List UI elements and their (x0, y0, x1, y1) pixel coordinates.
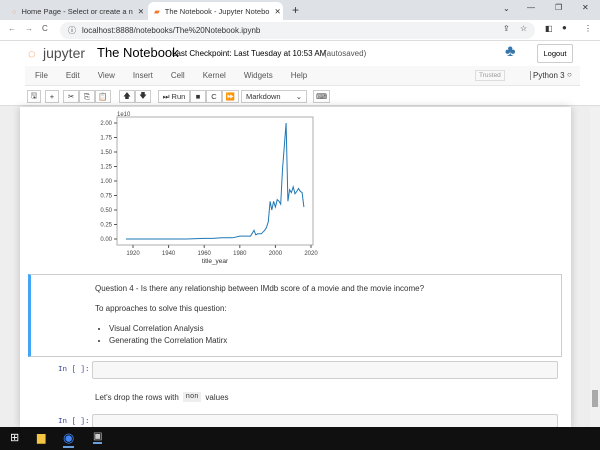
move-down-icon[interactable]: 🡇 (135, 90, 151, 103)
windows-taskbar: ⊞ ▆ ◉ ▣ (0, 427, 600, 450)
menu-kernel[interactable]: Kernel (203, 71, 226, 80)
address-bar-row: ← → C ⓘ localhost:8888/notebooks/The%20No… (0, 20, 600, 41)
trusted-badge[interactable]: Trusted (475, 70, 505, 81)
menu-widgets[interactable]: Widgets (244, 71, 273, 80)
y-tick-label: 1.50 (100, 150, 112, 156)
y-tick-label: 1.25 (100, 165, 112, 171)
list-item: Visual Correlation Analysis (109, 323, 227, 335)
markdown-cell[interactable]: Question 4 - Is there any relationship b… (28, 274, 562, 357)
x-tick-label: 2000 (269, 251, 283, 257)
interrupt-icon[interactable]: ■ (190, 90, 206, 103)
command-palette-icon[interactable]: ⌨ (313, 90, 330, 103)
info-icon: ⓘ (68, 26, 76, 35)
code-cell-input[interactable] (92, 414, 558, 428)
x-tick-label: 1920 (126, 251, 140, 257)
jupyter-logo-icon[interactable]: ◌ (28, 46, 36, 61)
question-text: Question 4 - Is there any relationship b… (95, 284, 425, 293)
tab-the-notebook[interactable]: ▰ The Notebook - Jupyter Notebo ✕ (148, 2, 283, 20)
y-tick-label: 1.75 (100, 136, 112, 142)
offset-label: 1e10 (117, 112, 131, 118)
profile-icon[interactable]: ● (562, 23, 567, 32)
paste-icon[interactable]: 📋 (95, 90, 111, 103)
y-tick-label: 0.50 (100, 208, 112, 214)
approaches-text: To approaches to solve this question: (95, 304, 227, 313)
back-icon[interactable]: ← (8, 24, 16, 33)
notebook-favicon-icon: ▰ (154, 6, 160, 16)
x-tick-label: 1940 (162, 251, 176, 257)
side-panel-icon[interactable]: ◧ (545, 24, 553, 33)
y-tick-label: 0.75 (100, 194, 112, 200)
approach-list: Visual Correlation Analysis Generating t… (109, 323, 227, 347)
bookmark-star-icon[interactable]: ☆ (520, 24, 527, 33)
cell-type-select[interactable]: Markdown ⌄ (241, 90, 307, 103)
menu-bar: File Edit View Insert Cell Kernel Widget… (0, 66, 600, 86)
menu-help[interactable]: Help (291, 71, 307, 80)
chevron-down-icon: ⌄ (295, 92, 302, 101)
notebook-toolbar: 🖫 + ✂ ⎘ 📋 🡅 🡇 ⏭ Run ■ C ⏩ Markdown ⌄ ⌨ (0, 86, 600, 106)
close-tab-icon[interactable]: ✕ (138, 7, 144, 16)
x-tick-label: 2020 (304, 251, 318, 257)
copy-icon[interactable]: ⎘ (79, 90, 95, 103)
close-window-icon[interactable]: ✕ (582, 3, 589, 12)
tab-search-icon[interactable]: ⌄ (503, 4, 510, 13)
share-icon[interactable]: ⇪ (503, 24, 510, 33)
x-tick-label: 1980 (233, 251, 247, 257)
terminal-icon[interactable]: ▣ (93, 431, 103, 444)
browser-menu-icon[interactable]: ⋮ (584, 24, 592, 33)
drop-rows-text: Let's drop the rows with non values (95, 392, 229, 402)
tab-home-page[interactable]: ◌ Home Page - Select or create a n ✕ (6, 2, 146, 20)
new-tab-icon[interactable]: + (292, 3, 299, 17)
restart-icon[interactable]: C (206, 90, 222, 103)
file-explorer-icon[interactable]: ▆ (37, 431, 45, 444)
menu-edit[interactable]: Edit (66, 71, 80, 80)
close-tab-icon[interactable]: ✕ (274, 7, 280, 16)
logout-button[interactable]: Logout (537, 44, 573, 63)
plot-area (116, 116, 314, 246)
menu-insert[interactable]: Insert (133, 71, 153, 80)
page-scrollbar[interactable] (590, 107, 600, 427)
run-button[interactable]: ⏭ Run (158, 90, 190, 103)
menu-file[interactable]: File (35, 71, 48, 80)
browser-tab-bar: ◌ Home Page - Select or create a n ✕ ▰ The … (0, 0, 600, 20)
scrollbar-thumb[interactable] (592, 390, 598, 407)
y-tick-label: 0.00 (100, 237, 112, 243)
y-tick-label: 1.00 (100, 179, 112, 185)
line-chart: 1e10 1920 1940 1960 1980 2000 2020 0.00 0.25 0.5… (100, 112, 318, 265)
chrome-icon[interactable]: ◉ (63, 430, 75, 448)
restore-icon[interactable]: ❐ (555, 3, 562, 12)
autosave-status: (autosaved) (324, 49, 367, 58)
forward-icon[interactable]: → (25, 24, 33, 33)
kernel-idle-icon: ○ (567, 70, 572, 79)
y-tick-label: 0.25 (100, 223, 112, 229)
menu-cell[interactable]: Cell (171, 71, 185, 80)
notebook-title[interactable]: The Notebook (97, 45, 179, 60)
run-icon: ⏭ (162, 91, 170, 101)
windows-start-icon[interactable]: ⊞ (10, 431, 19, 444)
move-up-icon[interactable]: 🡅 (119, 90, 135, 103)
jupyter-header: ◌ jupyter The Notebook Last Checkpoint: … (0, 41, 600, 66)
add-cell-icon[interactable]: + (45, 90, 59, 103)
save-icon[interactable]: 🖫 (27, 90, 41, 103)
python-logo-icon: ♣ (505, 43, 516, 60)
jupyter-logo-text[interactable]: jupyter (43, 45, 85, 61)
input-prompt: In [ ]: (58, 418, 90, 426)
restart-run-all-icon[interactable]: ⏩ (222, 90, 239, 103)
kernel-name[interactable]: Python 3 (530, 71, 565, 80)
y-tick-label: 2.00 (100, 121, 112, 127)
url-input[interactable]: ⓘ localhost:8888/notebooks/The%20Notebook… (60, 22, 535, 39)
cut-icon[interactable]: ✂ (63, 90, 79, 103)
checkpoint-status: Last Checkpoint: Last Tuesday at 10:53 A… (172, 49, 327, 58)
reload-icon[interactable]: C (42, 24, 48, 33)
input-prompt: In [ ]: (58, 366, 90, 374)
jupyter-favicon-icon: ◌ (12, 6, 17, 16)
minimize-icon[interactable]: — (527, 3, 535, 12)
code-cell-input[interactable] (92, 361, 558, 379)
menu-view[interactable]: View (98, 71, 115, 80)
list-item: Generating the Correlation Matirx (109, 335, 227, 347)
x-tick-label: 1960 (198, 251, 212, 257)
x-axis-label: title_year (202, 258, 229, 265)
inline-code: non (182, 392, 202, 402)
